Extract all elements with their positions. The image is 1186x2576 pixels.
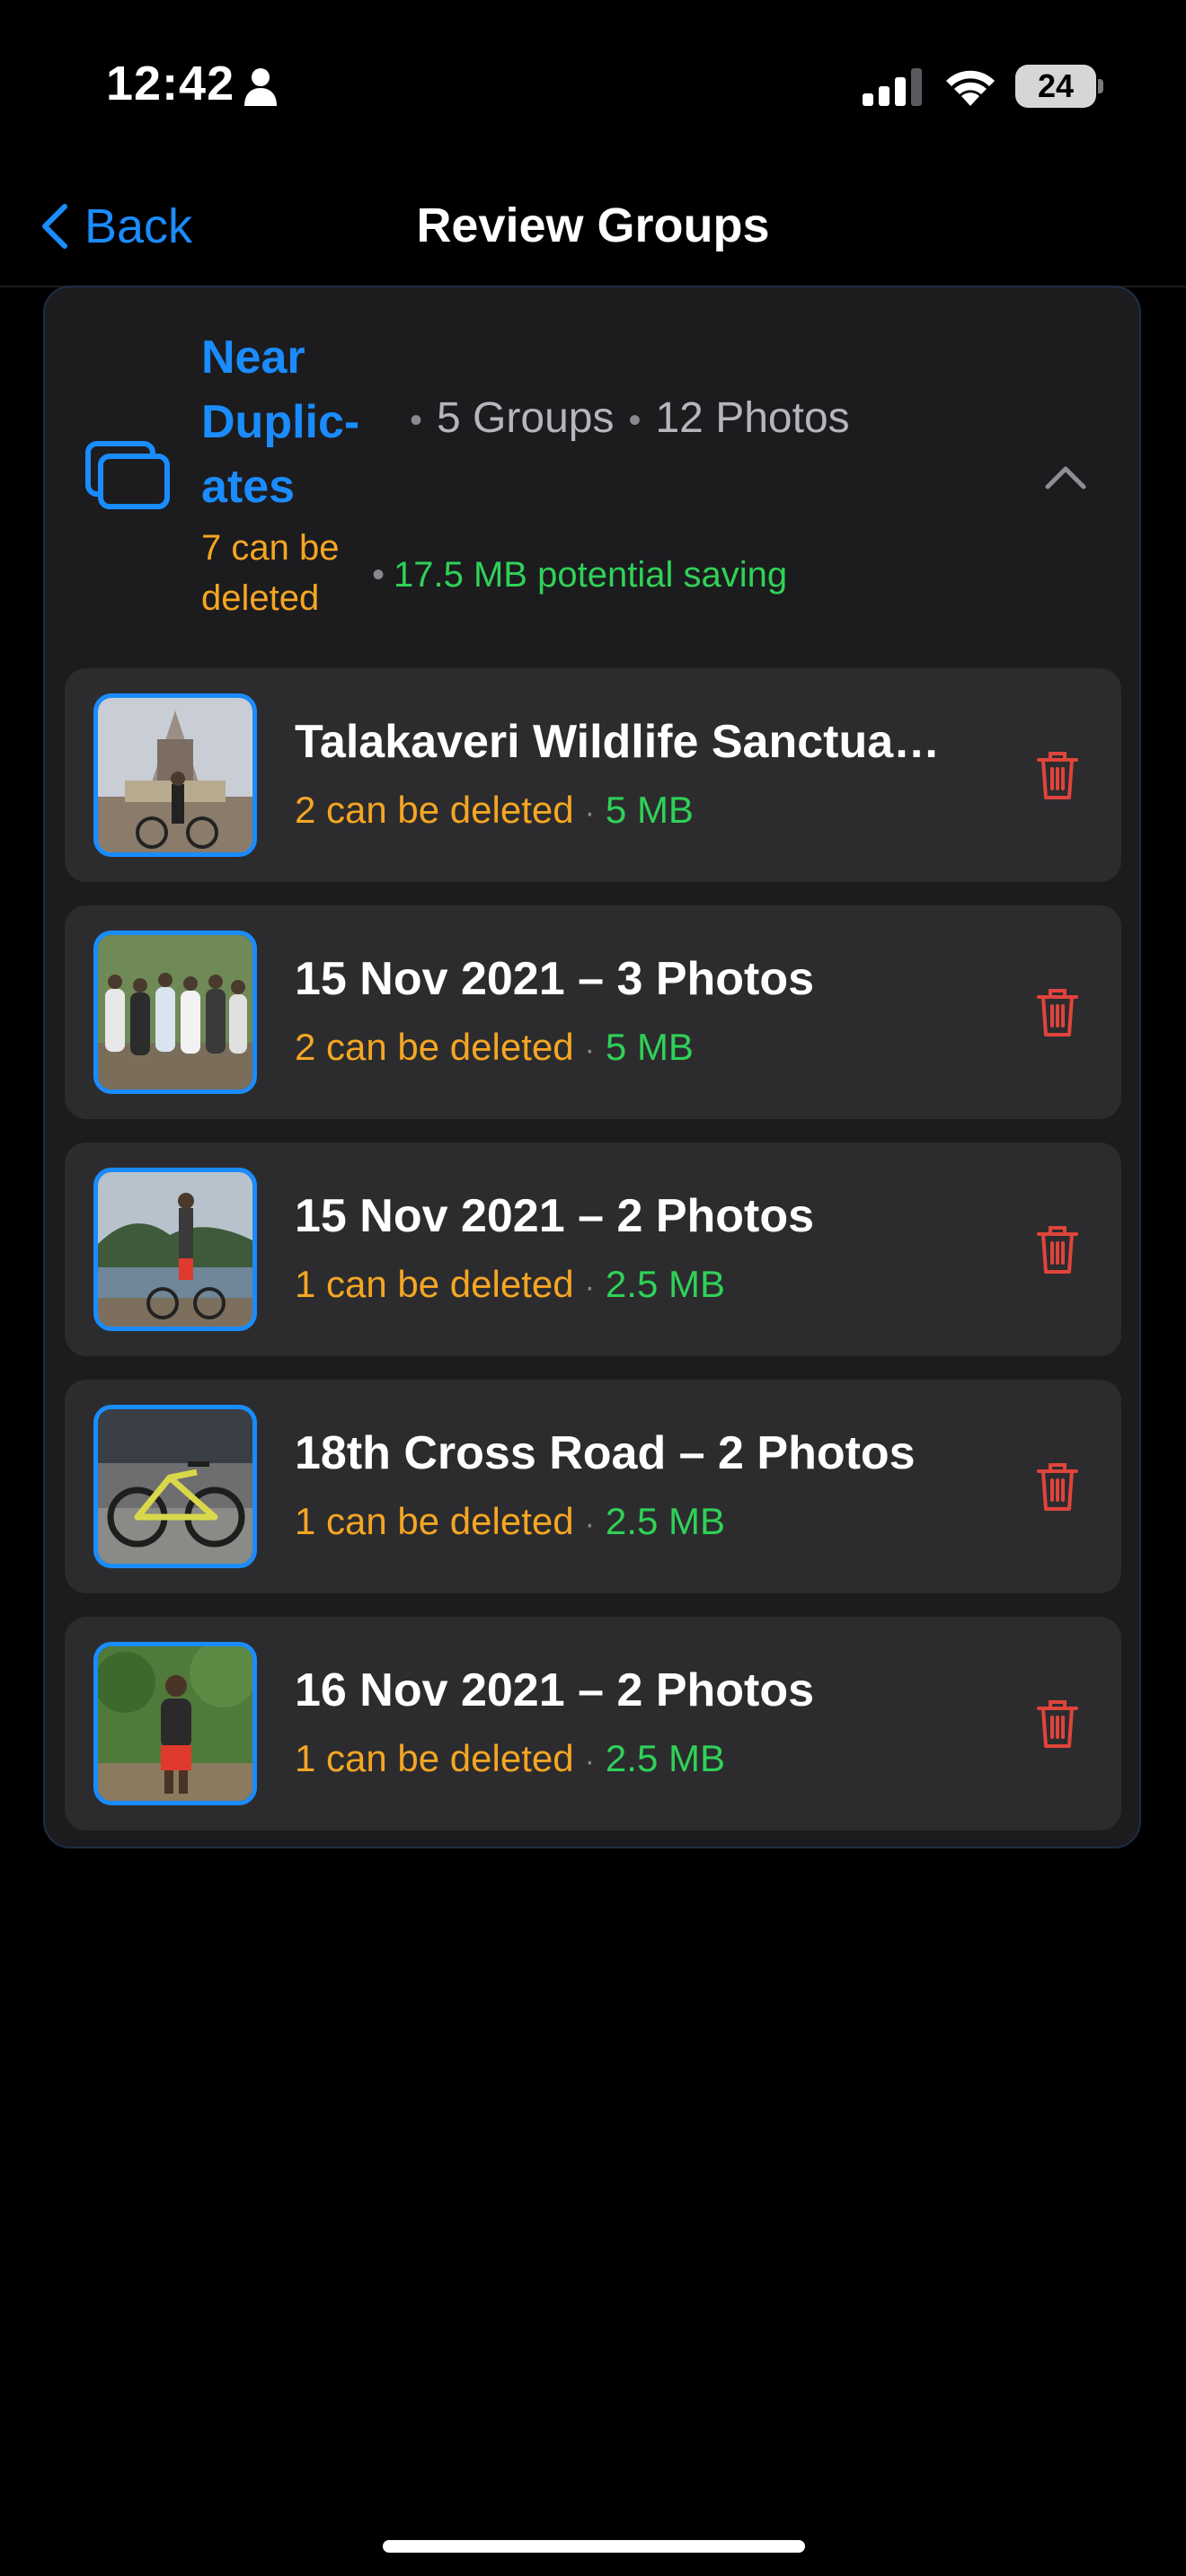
separator-dot: · <box>584 1507 595 1541</box>
group-subtitle: 2 can be deleted · 5 MB <box>295 789 694 832</box>
screen: 12:42 24 Review Groups Back Near Duplic-… <box>0 0 1186 2576</box>
card-meta: • 5 Groups • 12 Photos <box>395 393 850 443</box>
trash-icon[interactable] <box>1035 986 1080 1038</box>
person-icon <box>244 68 277 106</box>
group-title: Talakaveri Wildlife Sanctuar... <box>295 716 942 768</box>
group-row[interactable]: 16 Nov 2021 – 2 Photos 1 can be deleted ·… <box>65 1617 1121 1831</box>
group-title: 15 Nov 2021 – 2 Photos <box>295 1190 815 1242</box>
group-thumbnail[interactable] <box>93 1642 257 1805</box>
chevron-up-icon[interactable] <box>1044 463 1087 490</box>
group-thumbnail[interactable] <box>93 1405 257 1568</box>
group-subtitle: 1 can be deleted · 2.5 MB <box>295 1263 725 1306</box>
group-deletable: 2 can be deleted <box>295 789 574 831</box>
cellular-signal-icon <box>863 68 922 106</box>
back-button-label: Back <box>84 199 193 253</box>
separator-dot: · <box>584 1744 595 1778</box>
separator-dot: • <box>372 555 385 595</box>
trash-icon[interactable] <box>1035 1223 1080 1275</box>
group-deletable: 1 can be deleted <box>295 1263 574 1305</box>
battery-indicator: 24 <box>1015 65 1103 108</box>
lake-photo-image <box>98 1172 252 1327</box>
group-title: 18th Cross Road – 2 Photos <box>295 1427 916 1479</box>
card-header[interactable]: Near Duplic- ates • 5 Groups • 12 Photos 7 … <box>45 287 1143 647</box>
back-button[interactable]: Back <box>40 198 192 255</box>
group-photo-image <box>98 935 252 1090</box>
separator-dot: • <box>628 401 642 440</box>
group-size: 5 MB <box>605 789 694 831</box>
saving-amount: 17.5 MB <box>394 555 527 595</box>
potential-saving: • 17.5 MB potential saving <box>372 555 787 595</box>
bicycle-photo-image <box>98 1409 252 1564</box>
separator-dot: · <box>584 1270 595 1304</box>
card-title: Near Duplic- ates <box>201 331 360 513</box>
wifi-icon <box>946 70 995 106</box>
group-thumbnail[interactable] <box>93 931 257 1094</box>
separator-dot: • <box>410 401 423 440</box>
person-photo-image <box>98 1646 252 1801</box>
group-row[interactable]: 15 Nov 2021 – 3 Photos 2 can be deleted ·… <box>65 905 1121 1119</box>
deletable-total: 7 can be deleted <box>201 528 340 618</box>
group-row[interactable]: Talakaveri Wildlife Sanctuar... 2 can be… <box>65 668 1121 882</box>
group-size: 5 MB <box>605 1026 694 1068</box>
group-deletable: 1 can be deleted <box>295 1737 574 1779</box>
group-subtitle: 1 can be deleted · 2.5 MB <box>295 1500 725 1543</box>
group-title: 16 Nov 2021 – 2 Photos <box>295 1664 815 1716</box>
trash-icon[interactable] <box>1035 1460 1080 1513</box>
group-thumbnail[interactable] <box>93 1168 257 1331</box>
near-duplicates-card: Near Duplic- ates • 5 Groups • 12 Photos 7 … <box>43 286 1141 1848</box>
status-time: 12:42 <box>106 57 235 110</box>
home-indicator[interactable] <box>383 2540 805 2553</box>
separator-dot: · <box>584 1033 595 1067</box>
chevron-left-icon <box>42 204 67 249</box>
status-bar: 12:42 24 <box>0 0 1186 171</box>
temple-photo-image <box>98 698 252 852</box>
navigation-bar: Review Groups Back <box>0 171 1186 287</box>
group-list: Talakaveri Wildlife Sanctuar... 2 can be… <box>65 668 1121 1854</box>
group-subtitle: 2 can be deleted · 5 MB <box>295 1026 694 1069</box>
trash-icon[interactable] <box>1035 749 1080 801</box>
battery-level: 24 <box>1015 65 1096 108</box>
group-row[interactable]: 18th Cross Road – 2 Photos 1 can be dele… <box>65 1380 1121 1593</box>
group-row[interactable]: 15 Nov 2021 – 2 Photos 1 can be deleted ·… <box>65 1142 1121 1356</box>
group-deletable: 1 can be deleted <box>295 1500 574 1542</box>
trash-icon[interactable] <box>1035 1698 1080 1750</box>
group-title: 15 Nov 2021 – 3 Photos <box>295 953 815 1005</box>
group-size: 2.5 MB <box>605 1263 725 1305</box>
saving-label: potential saving <box>537 555 788 595</box>
group-subtitle: 1 can be deleted · 2.5 MB <box>295 1737 725 1780</box>
groups-count: 5 Groups <box>437 394 615 442</box>
photos-count: 12 Photos <box>655 394 850 442</box>
group-deletable: 2 can be deleted <box>295 1026 574 1068</box>
group-thumbnail[interactable] <box>93 693 257 857</box>
photo-stack-icon <box>85 441 170 509</box>
group-size: 2.5 MB <box>605 1737 725 1779</box>
battery-cap <box>1098 79 1103 93</box>
group-size: 2.5 MB <box>605 1500 725 1542</box>
separator-dot: · <box>584 796 595 830</box>
